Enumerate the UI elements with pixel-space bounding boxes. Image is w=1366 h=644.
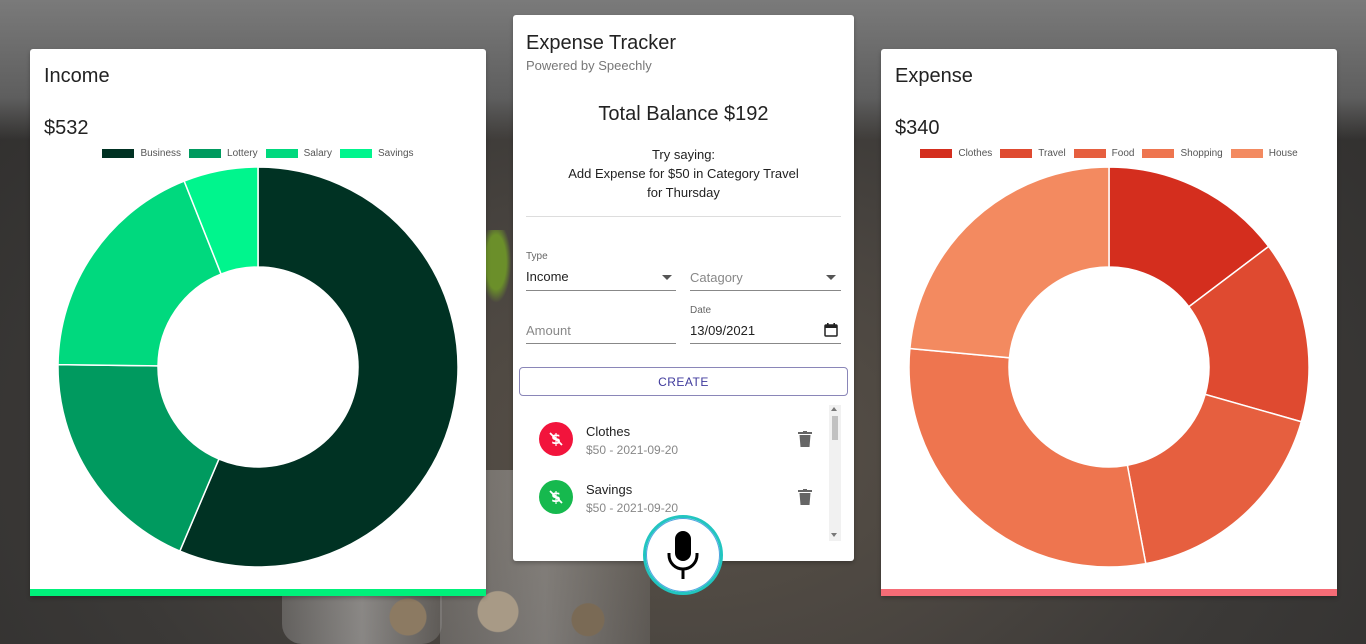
income-legend-item[interactable]: Lottery bbox=[189, 148, 258, 159]
transaction-item[interactable]: $ Clothes $50 - 2021-09-20 bbox=[526, 405, 826, 463]
dollar-off-icon: $ bbox=[549, 490, 563, 505]
expense-legend-swatch bbox=[1073, 149, 1106, 158]
background-coins bbox=[300, 590, 660, 644]
scroll-down-icon[interactable] bbox=[831, 533, 837, 537]
expense-card: Expense $340 Clothes Travel Food Shopping Ho… bbox=[881, 49, 1337, 596]
income-bottom-bar bbox=[30, 589, 486, 596]
amount-placeholder: Amount bbox=[526, 323, 571, 338]
income-title: Income bbox=[44, 65, 110, 87]
scrollbar-thumb[interactable] bbox=[832, 416, 838, 440]
expense-doughnut-chart bbox=[908, 166, 1310, 568]
hint-line-3: for Thursday bbox=[647, 185, 720, 200]
dollar-off-icon: $ bbox=[549, 432, 563, 447]
expense-legend-item[interactable]: House bbox=[1230, 148, 1298, 159]
category-select[interactable]: Catagory bbox=[690, 251, 841, 291]
expense-legend-swatch bbox=[1000, 149, 1033, 158]
type-select[interactable]: Type Income bbox=[526, 251, 676, 291]
tracker-title: Expense Tracker bbox=[526, 32, 677, 54]
date-value: 13/09/2021 bbox=[690, 323, 756, 338]
chevron-down-icon bbox=[662, 275, 672, 280]
category-placeholder: Catagory bbox=[690, 270, 743, 285]
expense-legend-item[interactable]: Food bbox=[1073, 148, 1135, 159]
transaction-name: Savings bbox=[586, 482, 633, 497]
expense-slice-shopping[interactable] bbox=[908, 347, 1147, 568]
avatar: $ bbox=[539, 422, 573, 456]
create-button[interactable]: CREATE bbox=[519, 367, 848, 396]
amount-input[interactable]: Amount bbox=[526, 305, 676, 344]
expense-legend-swatch bbox=[920, 149, 953, 158]
expense-bottom-bar bbox=[881, 589, 1337, 596]
expense-legend-label: Shopping bbox=[1180, 148, 1223, 159]
expense-legend-label: House bbox=[1268, 148, 1298, 159]
income-legend-swatch bbox=[265, 149, 298, 158]
income-legend-swatch bbox=[339, 149, 372, 158]
type-value: Income bbox=[526, 269, 569, 284]
expense-legend-item[interactable]: Travel bbox=[1000, 148, 1066, 159]
microphone-icon bbox=[667, 531, 699, 579]
expense-legend: Clothes Travel Food Shopping House bbox=[881, 148, 1337, 159]
income-legend-swatch bbox=[189, 149, 222, 158]
divider bbox=[526, 216, 841, 217]
chevron-down-icon bbox=[826, 275, 836, 280]
tracker-subtitle: Powered by Speechly bbox=[526, 58, 652, 73]
income-legend-label: Salary bbox=[303, 148, 332, 159]
income-doughnut-chart bbox=[57, 166, 459, 568]
hint-line-2: Add Expense for $50 in Category Travel bbox=[568, 166, 799, 181]
income-legend: Business Lottery Salary Savings bbox=[30, 148, 486, 159]
expense-slice-house[interactable] bbox=[909, 166, 1110, 359]
expense-legend-swatch bbox=[1142, 149, 1175, 158]
income-legend-label: Business bbox=[140, 148, 182, 159]
avatar: $ bbox=[539, 480, 573, 514]
microphone-button[interactable] bbox=[643, 515, 723, 595]
expense-legend-label: Travel bbox=[1038, 148, 1066, 159]
expense-slice-food[interactable] bbox=[1126, 393, 1303, 565]
income-legend-item[interactable]: Salary bbox=[265, 148, 332, 159]
hint-line-1: Try saying: bbox=[651, 147, 716, 162]
transaction-detail: $50 - 2021-09-20 bbox=[586, 501, 679, 515]
transaction-item[interactable]: $ Savings $50 - 2021-09-20 bbox=[526, 463, 826, 521]
total-balance: Total Balance $192 bbox=[598, 103, 769, 125]
expense-title: Expense bbox=[895, 65, 973, 87]
type-label: Type bbox=[526, 251, 548, 262]
trash-icon[interactable] bbox=[798, 431, 812, 447]
voice-hint: Try saying: Add Expense for $50 in Categ… bbox=[513, 145, 854, 202]
income-legend-label: Savings bbox=[377, 148, 414, 159]
income-legend-item[interactable]: Savings bbox=[339, 148, 414, 159]
trash-icon[interactable] bbox=[798, 489, 812, 505]
expense-legend-item[interactable]: Clothes bbox=[920, 148, 992, 159]
background-plant bbox=[484, 230, 514, 310]
date-input[interactable]: Date 13/09/2021 bbox=[690, 305, 841, 344]
expense-amount: $340 bbox=[895, 117, 940, 139]
transaction-detail: $50 - 2021-09-20 bbox=[586, 443, 679, 457]
income-card: Income $532 Business Lottery Salary Savings bbox=[30, 49, 486, 596]
transaction-name: Clothes bbox=[586, 424, 631, 439]
expense-legend-item[interactable]: Shopping bbox=[1142, 148, 1223, 159]
income-amount: $532 bbox=[44, 117, 89, 139]
expense-tracker-card: Expense Tracker Powered by Speechly Tota… bbox=[513, 15, 854, 561]
expense-legend-swatch bbox=[1230, 149, 1263, 158]
income-legend-item[interactable]: Business bbox=[102, 148, 181, 159]
expense-legend-label: Food bbox=[1111, 148, 1135, 159]
calendar-icon[interactable] bbox=[824, 323, 838, 337]
expense-legend-label: Clothes bbox=[958, 148, 993, 159]
income-legend-swatch bbox=[102, 149, 135, 158]
scroll-up-icon[interactable] bbox=[831, 407, 837, 411]
income-legend-label: Lottery bbox=[227, 148, 258, 159]
date-label: Date bbox=[690, 305, 712, 316]
